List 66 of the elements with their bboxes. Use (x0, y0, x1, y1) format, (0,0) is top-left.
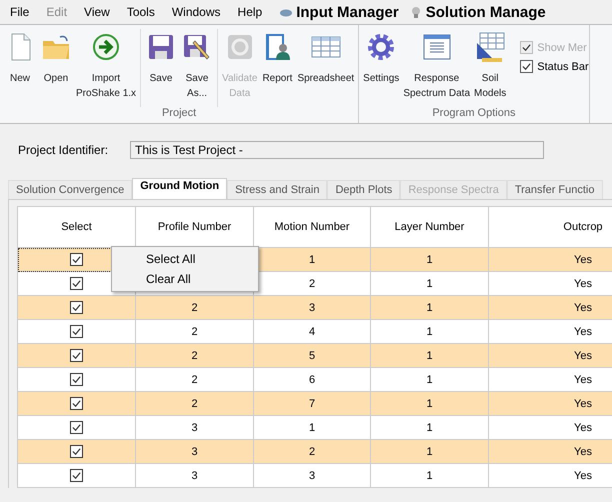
table-cell: Yes (488, 392, 612, 416)
ribbon-button[interactable]: New (2, 29, 38, 107)
checkbox[interactable] (70, 469, 83, 482)
checkbox-label: Show Mer (537, 42, 587, 54)
table-cell: Yes (488, 248, 612, 272)
tab[interactable]: Stress and Strain (227, 180, 328, 199)
table-cell: 2 (254, 440, 370, 464)
table-cell: 1 (370, 464, 488, 488)
table-cell: 1 (370, 296, 488, 320)
column-header[interactable]: Profile Number (136, 206, 254, 248)
project-identifier-field[interactable]: This is Test Project - (130, 141, 544, 159)
checkbox[interactable] (70, 445, 83, 458)
menu-item[interactable]: File (10, 5, 30, 19)
checkbox[interactable] (70, 397, 83, 410)
checkbox[interactable] (70, 349, 83, 362)
table-cell: 3 (254, 296, 370, 320)
checkbox-label: Status Bar (537, 60, 589, 72)
group-label: Project (160, 107, 198, 121)
ribbon-button[interactable]: Save (143, 29, 180, 107)
tab[interactable]: Ground Motion (132, 178, 228, 199)
table-cell: 2 (136, 296, 254, 320)
grid-ruler-icon (474, 31, 506, 63)
table-cell: Yes (488, 296, 612, 320)
ribbon-button[interactable]: Report (259, 29, 296, 107)
manager-tab[interactable]: Input Manager (279, 4, 399, 20)
checkbox[interactable] (70, 325, 83, 338)
ribbon-button[interactable]: Open (38, 29, 74, 107)
checkbox[interactable] (70, 301, 83, 314)
ribbon-button[interactable]: Import ProShake 1.x (74, 29, 138, 107)
ribbon-button[interactable]: Settings (361, 29, 402, 107)
ribbon-button[interactable]: Soil Models (472, 29, 508, 107)
manager-tab[interactable]: Solution Manage (408, 4, 546, 20)
tab[interactable]: Solution Convergence (8, 180, 132, 199)
table-cell: 3 (254, 464, 370, 488)
table-cell: 2 (136, 392, 254, 416)
checkbox[interactable] (70, 373, 83, 386)
column-header[interactable]: Motion Number (254, 206, 370, 248)
table-cell: 5 (254, 344, 370, 368)
ribbon-button[interactable]: Spreadsheet (295, 29, 356, 107)
menu-item[interactable]: Help (238, 5, 262, 19)
table-cell: 3 (136, 464, 254, 488)
ribbon-button[interactable]: Response Spectrum Data (401, 29, 472, 107)
tab[interactable]: Transfer Functio (506, 180, 602, 199)
column-header[interactable]: Select (18, 206, 136, 248)
checkbox[interactable] (70, 253, 83, 266)
table-cell: 3 (136, 440, 254, 464)
table-cell: 1 (370, 440, 488, 464)
table-cell: 1 (370, 392, 488, 416)
table-cell: 1 (370, 248, 488, 272)
checkbox[interactable] (520, 60, 534, 73)
table-cell: Yes (488, 440, 612, 464)
ribbon-button[interactable]: Save As... (179, 29, 216, 107)
table-cell: Yes (488, 344, 612, 368)
checkbox[interactable] (70, 277, 83, 290)
menu-item[interactable]: Windows (172, 5, 221, 19)
menu-item[interactable]: View (84, 5, 110, 19)
menu-item[interactable]: Tools (126, 5, 155, 19)
group-label: Program Options (431, 107, 516, 121)
field-label: Project Identifier: (18, 143, 108, 157)
table-cell: 1 (370, 344, 488, 368)
checkbox[interactable] (70, 421, 83, 434)
column-header[interactable]: Layer Number (370, 206, 488, 248)
column-header[interactable]: Outcrop (488, 206, 612, 248)
table-cell: 2 (136, 344, 254, 368)
table-cell: 7 (254, 392, 370, 416)
tab[interactable]: Depth Plots (327, 180, 400, 199)
